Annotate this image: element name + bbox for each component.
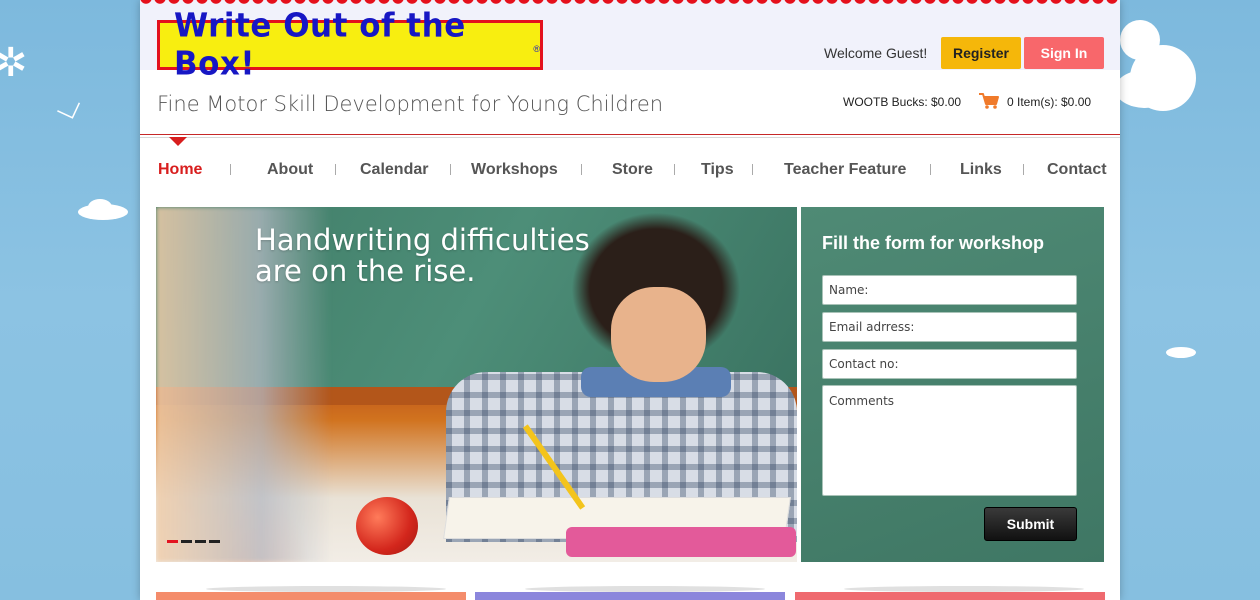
slider-pagination: [167, 540, 220, 543]
nav-item-contact[interactable]: Contact: [1047, 161, 1107, 179]
nav-divider: [140, 137, 1120, 138]
nav-separator: [581, 164, 582, 175]
apple-icon: [356, 497, 418, 555]
nav-separator: [752, 164, 753, 175]
name-input[interactable]: [822, 275, 1077, 305]
nav-separator: [1023, 164, 1024, 175]
nav-item-about[interactable]: About: [267, 161, 313, 179]
slider-dot[interactable]: [209, 540, 220, 543]
comments-textarea[interactable]: [822, 385, 1077, 496]
nav-item-store[interactable]: Store: [612, 161, 653, 179]
nav-separator: [230, 164, 231, 175]
cart-summary[interactable]: 0 Item(s): $0.00: [1007, 95, 1091, 109]
site-logo[interactable]: Write Out of the Box! ®: [157, 7, 543, 83]
nav-item-tips[interactable]: Tips: [701, 161, 734, 179]
form-title: Fill the form for workshop: [822, 233, 1045, 253]
nav-item-teacher-feature[interactable]: Teacher Feature: [784, 161, 906, 179]
feature-card[interactable]: [475, 592, 785, 600]
background-cloud: [1115, 70, 1175, 108]
background-cloud: [88, 199, 112, 215]
submit-button[interactable]: Submit: [984, 507, 1077, 541]
hero-headline: Handwriting difficulties are on the rise…: [255, 225, 595, 287]
scalloped-border: [140, 0, 1120, 4]
pencil-case-image: [566, 527, 796, 557]
sign-in-button[interactable]: Sign In: [1024, 37, 1104, 69]
nav-item-calendar[interactable]: Calendar: [360, 161, 428, 179]
nav-separator: [930, 164, 931, 175]
page-container: Write Out of the Box! ® Welcome Guest! R…: [140, 0, 1120, 600]
nav-separator: [335, 164, 336, 175]
boy-face-image: [611, 287, 706, 382]
background-cloud: [1166, 347, 1196, 358]
active-nav-indicator-icon: [169, 137, 187, 146]
nav-separator: [450, 164, 451, 175]
logo-text: Write Out of the Box!: [174, 7, 466, 83]
welcome-text: Welcome Guest!: [824, 45, 928, 61]
nav-separator: [674, 164, 675, 175]
register-button[interactable]: Register: [941, 37, 1021, 69]
slider-dot[interactable]: [195, 540, 206, 543]
site-tagline: Fine Motor Skill Development for Young C…: [157, 92, 664, 116]
bird-icon: ⌵: [49, 84, 88, 132]
nav-item-links[interactable]: Links: [960, 161, 1002, 179]
slider-dot-active[interactable]: [167, 540, 178, 543]
nav-item-home[interactable]: Home: [158, 161, 202, 179]
contact-input[interactable]: [822, 349, 1077, 379]
hero-slider[interactable]: Handwriting difficulties are on the rise…: [156, 207, 797, 562]
nav-item-workshops[interactable]: Workshops: [471, 161, 558, 179]
email-input[interactable]: [822, 312, 1077, 342]
registered-mark: ®: [533, 44, 540, 54]
feature-card[interactable]: [156, 592, 466, 600]
feature-card[interactable]: [795, 592, 1105, 600]
wootb-bucks-balance: WOOTB Bucks: $0.00: [843, 95, 962, 109]
shopping-cart-icon[interactable]: [978, 92, 1000, 110]
hero-headline-line: are on the rise.: [255, 254, 476, 288]
sun-rays-icon: ✲: [0, 40, 28, 86]
slider-dot[interactable]: [181, 540, 192, 543]
nav-divider: [140, 134, 1120, 135]
workshop-form: Fill the form for workshop Submit: [801, 207, 1104, 562]
hero-headline-line: Handwriting difficulties: [255, 223, 590, 257]
